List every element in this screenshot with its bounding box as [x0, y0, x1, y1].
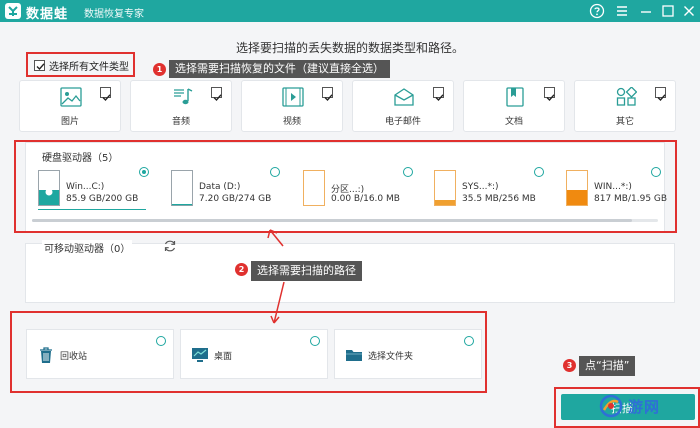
filetype-label: 视频: [282, 117, 301, 127]
watermark-logo-icon: [599, 394, 623, 418]
checkbox-checked-icon[interactable]: [655, 87, 666, 102]
location-choose-folder[interactable]: 选择文件夹: [334, 329, 482, 379]
location-label: 回收站: [60, 352, 88, 362]
drive-radio[interactable]: [270, 167, 280, 177]
maximize-icon[interactable]: [659, 2, 677, 20]
document-icon: [506, 87, 524, 107]
drive-icon: [566, 170, 588, 206]
location-recycle-bin[interactable]: 回收站: [26, 329, 174, 379]
minimize-icon[interactable]: [637, 2, 655, 20]
filetype-label: 音频: [171, 117, 190, 127]
highlight-box: [26, 52, 135, 77]
drive-name: SYS...*:): [462, 182, 499, 192]
highlight-box: [554, 387, 700, 428]
drive-radio[interactable]: [534, 167, 544, 177]
title-bar: 数据蛙 数据恢复专家: [0, 0, 700, 22]
filetype-card-image[interactable]: 图片: [19, 80, 121, 132]
drive-name: WIN...*:): [594, 182, 632, 192]
callout-2: 选择需要扫描的路径: [251, 261, 362, 281]
drive-icon: [434, 170, 456, 206]
location-label: 选择文件夹: [368, 352, 414, 362]
drive-size: 0.00 B/16.0 MB: [331, 194, 400, 204]
image-icon: [60, 87, 82, 107]
drive-radio[interactable]: [403, 167, 413, 177]
refresh-icon[interactable]: [163, 239, 177, 253]
selected-underline: [38, 209, 146, 210]
menu-icon[interactable]: [613, 2, 631, 20]
callout-3: 点“扫描”: [579, 356, 636, 376]
location-label: 桌面: [214, 352, 233, 362]
step-number-2: 2: [235, 263, 248, 276]
logo-icon: [5, 3, 21, 19]
drive-icon: [303, 170, 325, 206]
checkbox-checked-icon[interactable]: [100, 87, 111, 102]
filetype-label: 文档: [504, 117, 523, 127]
drive-size: 817 MB/1.95 GB: [594, 194, 668, 204]
checkbox-checked-icon[interactable]: [433, 87, 444, 102]
filetype-card-other[interactable]: 其它: [574, 80, 676, 132]
app-subtitle: 数据恢复专家: [84, 9, 144, 20]
location-desktop[interactable]: 桌面: [180, 329, 328, 379]
step-number-1: 1: [153, 63, 166, 76]
filetype-card-video[interactable]: 视频: [241, 80, 343, 132]
callout-1: 选择需要扫描恢复的文件（建议直接全选）: [169, 60, 390, 78]
checkbox-checked-icon[interactable]: [322, 87, 333, 102]
removable-drives-title: 可移动驱动器（0）: [42, 240, 133, 255]
location-radio[interactable]: [310, 336, 320, 346]
drive-radio-selected[interactable]: [139, 167, 149, 177]
step-number-3: 3: [563, 359, 576, 372]
drive-icon: [38, 170, 60, 206]
drive-radio[interactable]: [651, 167, 661, 177]
filetype-card-email[interactable]: 电子邮件: [352, 80, 454, 132]
drive-name: Win...C:): [66, 182, 105, 192]
app-window: 数据蛙 数据恢复专家 选择要扫描的丢失数据的数据类型和路径。 选择所有文件类型 …: [0, 0, 700, 428]
watermark-text: 游网: [628, 398, 661, 416]
recycle-bin-icon: [40, 347, 52, 363]
location-radio[interactable]: [156, 336, 166, 346]
other-icon: [616, 87, 637, 106]
drive-size: 7.20 GB/274 GB: [199, 194, 272, 204]
drive-size: 85.9 GB/200 GB: [66, 194, 139, 204]
video-icon: [282, 87, 304, 107]
desktop-icon: [192, 348, 208, 362]
drive-icon: [171, 170, 193, 206]
drive-size: 35.5 MB/256 MB: [462, 194, 536, 204]
app-brand: 数据蛙: [26, 7, 69, 22]
help-icon[interactable]: [588, 2, 606, 20]
filetype-label: 图片: [60, 117, 79, 127]
drives-scrollbar[interactable]: [32, 219, 658, 222]
location-radio[interactable]: [464, 336, 474, 346]
checkbox-checked-icon[interactable]: [544, 87, 555, 102]
drive-name: Data (D:): [199, 182, 241, 192]
filetype-card-document[interactable]: 文档: [463, 80, 565, 132]
email-icon: [394, 88, 414, 106]
music-icon: [174, 88, 193, 105]
filetype-card-audio[interactable]: 音频: [130, 80, 232, 132]
folder-icon: [346, 350, 362, 361]
close-icon[interactable]: [680, 2, 698, 20]
checkbox-checked-icon[interactable]: [211, 87, 222, 102]
filetype-label: 电子邮件: [384, 117, 421, 127]
filetype-label: 其它: [615, 117, 634, 127]
